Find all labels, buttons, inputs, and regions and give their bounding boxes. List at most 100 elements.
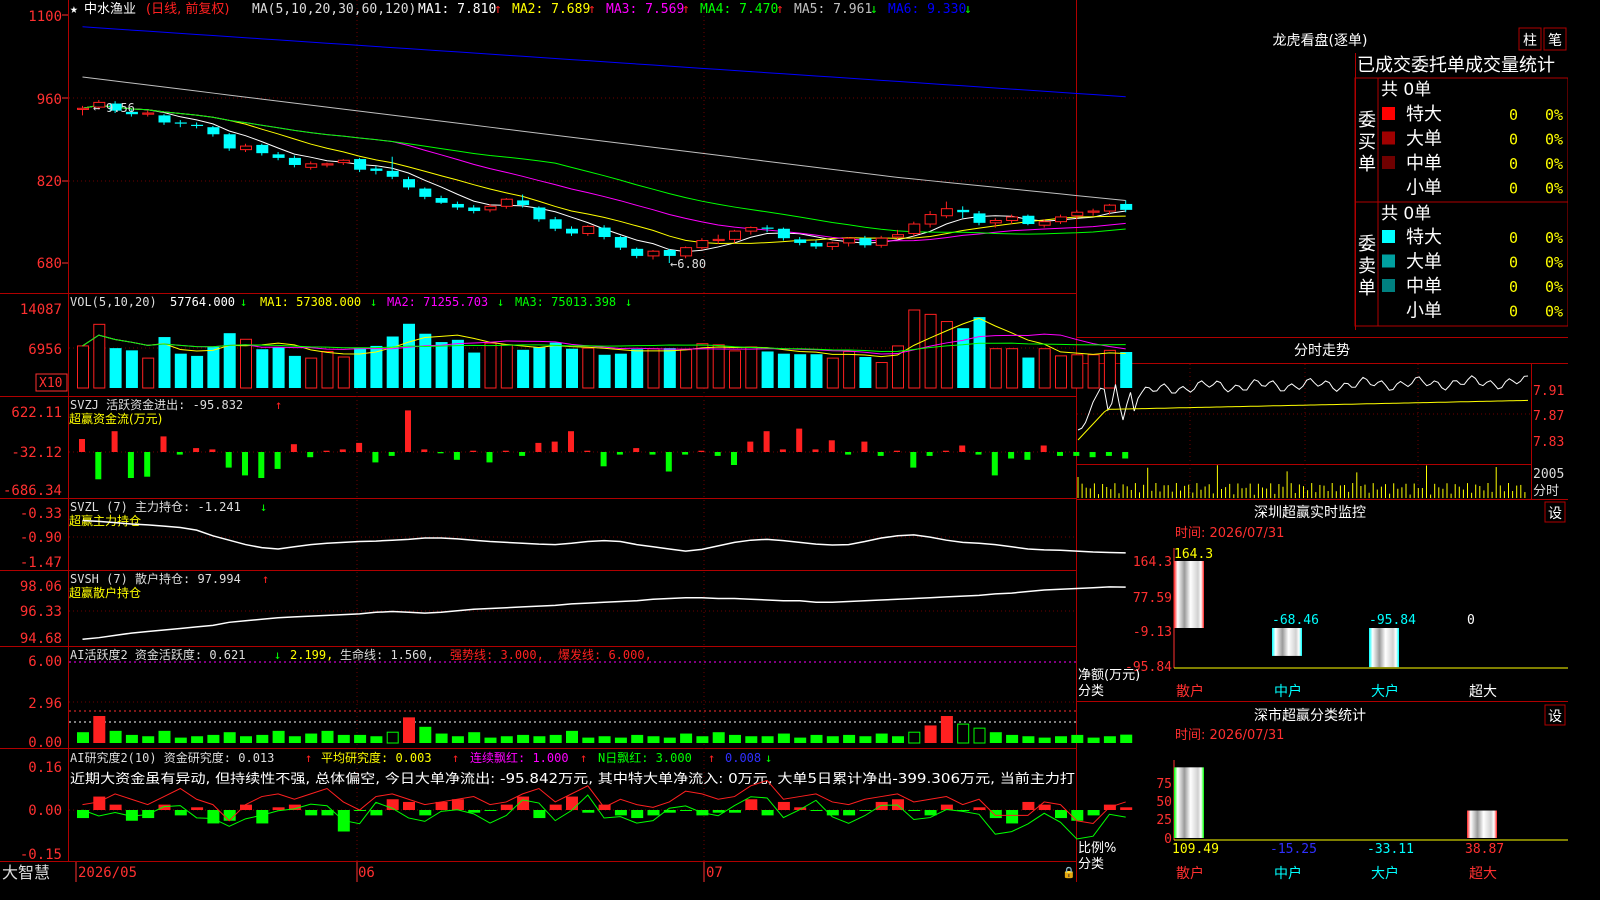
svg-text:平均研究度: 0.003: 平均研究度: 0.003 <box>321 750 432 765</box>
monitor-settings-label[interactable]: 设 <box>1548 506 1562 522</box>
svzj-bar <box>486 452 493 463</box>
svzl-header: SVZL (7) 主力持仓: -1.241 ↓ 超赢主力持仓 <box>69 499 267 528</box>
svzj-bar <box>1057 452 1063 456</box>
volume-bar <box>1022 357 1035 388</box>
candle-body <box>843 237 856 244</box>
order-color-swatch <box>1382 254 1395 268</box>
svg-text:96.33: 96.33 <box>20 604 62 620</box>
order-row-name: 小单 <box>1406 178 1442 199</box>
ai1-bar <box>370 736 383 743</box>
candle-body <box>810 242 823 247</box>
ai1-bar <box>77 732 89 743</box>
svzj-bar <box>470 450 477 452</box>
classify-settings-label[interactable]: 设 <box>1548 709 1562 725</box>
bar-mode-label[interactable]: 柱 <box>1523 33 1537 49</box>
candle-body <box>272 154 285 158</box>
order-color-swatch <box>1382 230 1395 243</box>
svg-text:25: 25 <box>1156 813 1172 828</box>
ai2-bar <box>924 810 937 816</box>
tick-mode-label[interactable]: 笔 <box>1548 33 1562 49</box>
svg-text:-32.12: -32.12 <box>11 445 62 461</box>
candle-body <box>484 205 497 211</box>
classify-value: 109.49 <box>1172 842 1219 857</box>
ai2-bar <box>1006 810 1019 824</box>
volume-bar <box>582 347 595 389</box>
svzj-bar <box>1089 452 1096 458</box>
volume-bar <box>957 328 970 388</box>
ai1-bar <box>989 732 1002 743</box>
svg-text:-0.15: -0.15 <box>20 847 62 863</box>
svg-text:94.68: 94.68 <box>20 631 62 647</box>
svg-text:SVZL (7) 主力持仓: -1.241: SVZL (7) 主力持仓: -1.241 <box>70 499 241 514</box>
volume-bar <box>142 357 155 389</box>
svg-text:分类: 分类 <box>1078 684 1104 699</box>
svg-text:2026/05: 2026/05 <box>78 865 137 881</box>
candle-body <box>435 198 448 203</box>
buy-order-rows: 特大 0 0% 大单 0 0% 中单 0 0% 小单 0 0% <box>1382 104 1563 199</box>
ai1-bar <box>729 734 741 743</box>
ai1-bar <box>500 736 513 743</box>
volume-bar <box>1071 354 1084 389</box>
ai1-bar <box>435 733 448 743</box>
ai1-bar <box>957 723 970 744</box>
svg-text:超赢散户持仓: 超赢散户持仓 <box>69 585 141 600</box>
svg-text:06: 06 <box>358 865 375 881</box>
chart-mode[interactable]: (日线, 前复权) <box>146 1 229 17</box>
ai1-bar <box>1071 734 1084 743</box>
candle-body <box>957 209 970 213</box>
dragon-panel: 龙虎看盘(逐单) 柱 笔 已成交委托单成交量统计 委买单 委卖单 共 0单 共 … <box>1273 27 1568 327</box>
ai1-bar <box>484 737 497 743</box>
monitor-bar <box>1174 561 1204 628</box>
volume-bar <box>663 348 676 388</box>
monitor-title: 深圳超赢实时监控 <box>1254 504 1366 521</box>
ai1-bar <box>174 737 187 743</box>
svzj-bar <box>910 452 917 468</box>
volume-bar <box>256 349 269 388</box>
ai1-bar <box>305 733 318 743</box>
ma-value-label: MA3: 7.569 <box>606 2 684 17</box>
volume-ma-line <box>82 334 1126 353</box>
svzj-bar <box>568 431 574 452</box>
monitor-value: 0 <box>1467 613 1475 628</box>
stock-name[interactable]: 中水渔业 <box>84 2 136 17</box>
monitor-category: 中户 <box>1274 683 1302 700</box>
ai1-bar <box>712 732 725 743</box>
svzj-bar <box>1040 445 1047 452</box>
ai1-bar <box>598 736 611 743</box>
ai2-bar <box>1071 810 1084 821</box>
candle-body <box>1038 221 1051 226</box>
ai2-bar <box>451 799 464 810</box>
volume-bar <box>810 354 823 388</box>
volume-bar <box>973 317 986 388</box>
vertical-title-char: 卖 <box>1358 256 1376 277</box>
svg-text:↓: ↓ <box>240 295 247 309</box>
lock-icon[interactable]: 🔒 <box>1062 866 1076 879</box>
sell-orders-title: 委卖单 <box>1358 234 1376 299</box>
ai1-bar <box>582 737 595 743</box>
svg-text:↑: ↑ <box>580 751 587 765</box>
ai1-bar <box>354 734 367 743</box>
ai1-bar <box>1087 737 1100 743</box>
sell-total: 共 0单 <box>1381 204 1431 224</box>
stock-chart-canvas[interactable]: ★ 中水渔业 (日线, 前复权) MA(5,10,20,30,60,120) M… <box>0 0 1568 882</box>
candle-body <box>305 163 318 168</box>
volume-bar <box>207 347 220 388</box>
price-tick: 680 <box>37 256 62 272</box>
svzj-bar <box>747 441 754 452</box>
svzj-bar <box>127 452 134 478</box>
order-row-name: 特大 <box>1406 227 1442 248</box>
ai1-bar <box>631 734 644 743</box>
price-axis-ticks <box>62 14 68 264</box>
candle-body <box>1103 204 1116 212</box>
volume-bar <box>500 344 513 389</box>
star-icon[interactable]: ★ <box>70 2 78 17</box>
candle-body <box>240 145 252 151</box>
volume-bar <box>859 356 872 388</box>
svzj-bar <box>160 436 167 452</box>
ai1-bar <box>240 736 252 743</box>
volume-bar <box>761 351 774 388</box>
svg-text:2005: 2005 <box>1533 467 1564 482</box>
volume-bar <box>533 347 546 388</box>
volume-bar <box>272 347 285 388</box>
ai1-bar <box>566 730 578 743</box>
